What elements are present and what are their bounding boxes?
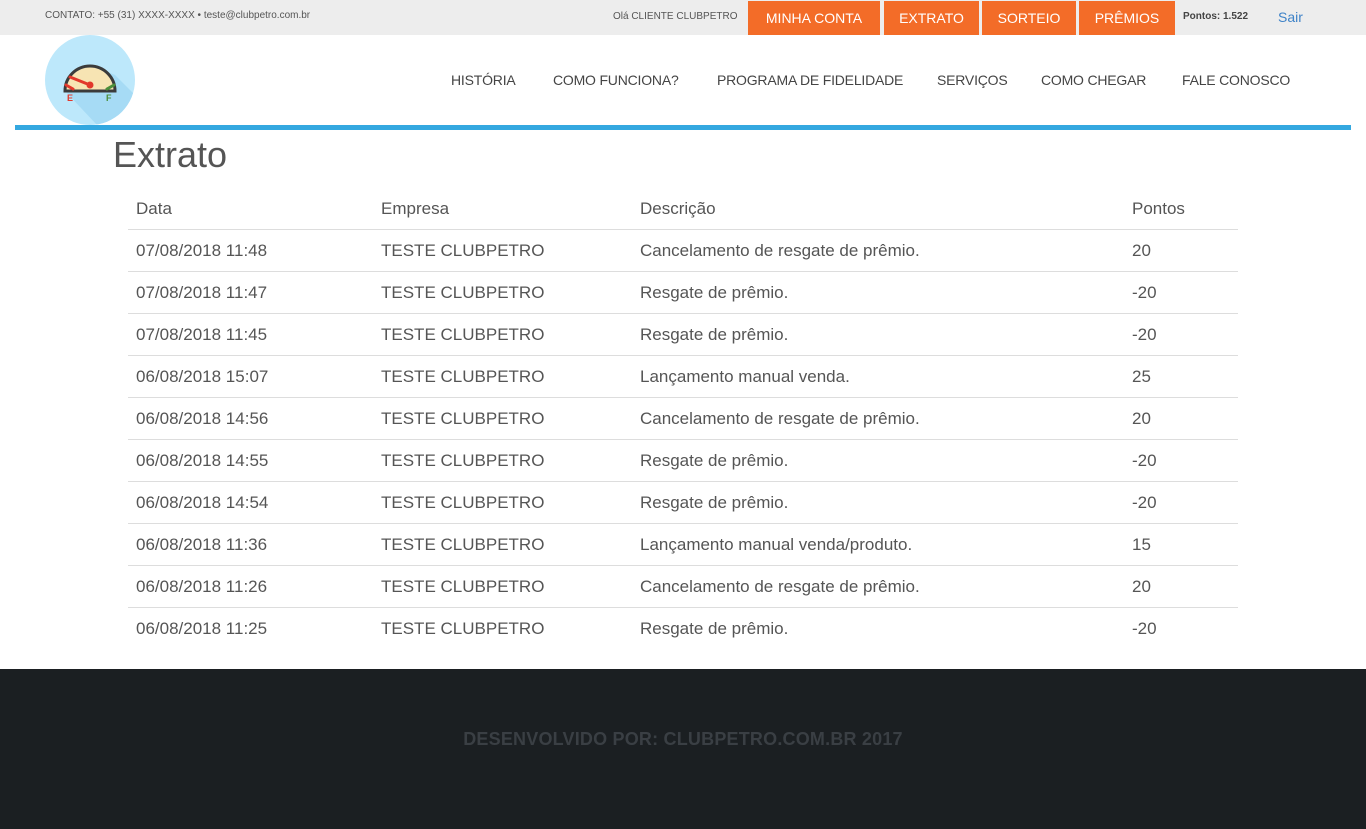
table-row: 06/08/2018 11:36 TESTE CLUBPETRO Lançament… xyxy=(128,524,1238,566)
table-row: 07/08/2018 11:45 TESTE CLUBPETRO Resgate d… xyxy=(128,314,1238,356)
table-row: 06/08/2018 14:56 TESTE CLUBPETRO Cancelame… xyxy=(128,398,1238,440)
cell-date: 06/08/2018 14:56 xyxy=(136,409,269,428)
column-header-company: Empresa xyxy=(381,199,450,218)
prizes-button[interactable]: PRÊMIOS xyxy=(1079,1,1175,35)
cell-date: 06/08/2018 11:25 xyxy=(136,619,268,638)
cell-description: Cancelamento de resgate de prêmio. xyxy=(640,241,920,260)
gauge-empty-label: E xyxy=(67,93,73,103)
cell-description: Cancelamento de resgate de prêmio. xyxy=(640,409,920,428)
cell-company: TESTE CLUBPETRO xyxy=(381,367,545,386)
statement-button[interactable]: EXTRATO xyxy=(884,1,979,35)
cell-date: 06/08/2018 14:54 xyxy=(136,493,269,512)
cell-date: 07/08/2018 11:47 xyxy=(136,283,268,302)
my-account-button[interactable]: MINHA CONTA xyxy=(748,1,880,35)
cell-description: Cancelamento de resgate de prêmio. xyxy=(640,577,920,596)
cell-points: -20 xyxy=(1132,283,1157,302)
cell-points: 15 xyxy=(1132,535,1151,554)
nav-item-loyalty-program[interactable]: PROGRAMA DE FIDELIDADE xyxy=(717,72,903,88)
cell-date: 07/08/2018 11:48 xyxy=(136,241,268,260)
cell-date: 07/08/2018 11:45 xyxy=(136,325,268,344)
column-header-description: Descrição xyxy=(640,199,716,218)
table-row: 06/08/2018 11:25 TESTE CLUBPETRO Resgate d… xyxy=(128,608,1238,650)
fuel-gauge-icon: E F xyxy=(63,64,135,125)
user-greeting: Olá CLIENTE CLUBPETRO xyxy=(613,11,738,22)
contact-info: CONTATO: +55 (31) XXXX-XXXX • teste@club… xyxy=(45,10,311,21)
cell-description: Resgate de prêmio. xyxy=(640,325,789,344)
nav-item-directions[interactable]: COMO CHEGAR xyxy=(1041,72,1146,88)
cell-date: 06/08/2018 11:36 xyxy=(136,535,268,554)
nav-item-history[interactable]: HISTÓRIA xyxy=(451,72,516,88)
column-header-date: Data xyxy=(136,199,172,218)
cell-description: Resgate de prêmio. xyxy=(640,493,789,512)
cell-company: TESTE CLUBPETRO xyxy=(381,493,545,512)
table-header: Data Empresa Descrição Pontos xyxy=(128,190,1238,230)
cell-description: Resgate de prêmio. xyxy=(640,619,789,638)
cell-points: 25 xyxy=(1132,367,1151,386)
nav-item-contact-us[interactable]: FALE CONOSCO xyxy=(1182,72,1290,88)
raffle-button[interactable]: SORTEIO xyxy=(982,1,1076,35)
gauge-full-label: F xyxy=(106,93,112,103)
cell-points: -20 xyxy=(1132,451,1157,470)
column-header-points: Pontos xyxy=(1132,199,1185,218)
site-logo[interactable]: E F xyxy=(45,35,135,125)
nav-item-how-it-works[interactable]: COMO FUNCIONA? xyxy=(553,72,679,88)
cell-company: TESTE CLUBPETRO xyxy=(381,451,545,470)
table-row: 07/08/2018 11:47 TESTE CLUBPETRO Resgate d… xyxy=(128,272,1238,314)
statement-table: Data Empresa Descrição Pontos 07/08/2018… xyxy=(128,190,1238,650)
cell-company: TESTE CLUBPETRO xyxy=(381,241,545,260)
top-bar: CONTATO: +55 (31) XXXX-XXXX • teste@club… xyxy=(0,0,1366,35)
cell-points: -20 xyxy=(1132,325,1157,344)
points-balance: Pontos: 1.522 xyxy=(1183,11,1249,22)
cell-company: TESTE CLUBPETRO xyxy=(381,577,545,596)
cell-company: TESTE CLUBPETRO xyxy=(381,409,545,428)
header-divider xyxy=(15,125,1351,130)
footer-credits: DESENVOLVIDO POR: CLUBPETRO.COM.BR 2017 xyxy=(463,729,903,749)
table-row: 06/08/2018 14:55 TESTE CLUBPETRO Resgate d… xyxy=(128,440,1238,482)
cell-description: Lançamento manual venda/produto. xyxy=(640,535,913,554)
cell-description: Lançamento manual venda. xyxy=(640,367,850,386)
table-row: 06/08/2018 14:54 TESTE CLUBPETRO Resgate d… xyxy=(128,482,1238,524)
cell-description: Resgate de prêmio. xyxy=(640,451,789,470)
cell-points: 20 xyxy=(1132,409,1151,428)
cell-points: -20 xyxy=(1132,493,1157,512)
logout-link[interactable]: Sair xyxy=(1278,9,1303,25)
cell-date: 06/08/2018 11:26 xyxy=(136,577,268,596)
cell-points: 20 xyxy=(1132,241,1151,260)
table-row: 06/08/2018 11:26 TESTE CLUBPETRO Cancelame… xyxy=(128,566,1238,608)
site-footer: DESENVOLVIDO POR: CLUBPETRO.COM.BR 2017 xyxy=(0,669,1366,829)
cell-company: TESTE CLUBPETRO xyxy=(381,619,545,638)
page-title: Extrato xyxy=(113,134,228,175)
cell-description: Resgate de prêmio. xyxy=(640,283,789,302)
table-row: 06/08/2018 15:07 TESTE CLUBPETRO Lançament… xyxy=(128,356,1238,398)
cell-points: 20 xyxy=(1132,577,1151,596)
cell-date: 06/08/2018 15:07 xyxy=(136,367,269,386)
cell-date: 06/08/2018 14:55 xyxy=(136,451,269,470)
nav-item-services[interactable]: SERVIÇOS xyxy=(937,72,1008,88)
cell-company: TESTE CLUBPETRO xyxy=(381,535,545,554)
cell-company: TESTE CLUBPETRO xyxy=(381,325,545,344)
table-body: 07/08/2018 11:48 TESTE CLUBPETRO Cancelame… xyxy=(128,230,1238,650)
cell-points: -20 xyxy=(1132,619,1157,638)
cell-company: TESTE CLUBPETRO xyxy=(381,283,545,302)
table-row: 07/08/2018 11:48 TESTE CLUBPETRO Cancelame… xyxy=(128,230,1238,272)
